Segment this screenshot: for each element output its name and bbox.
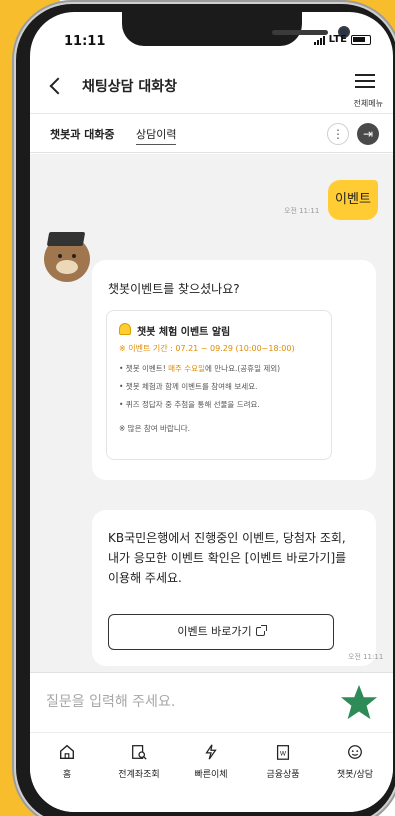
message-composer	[30, 672, 393, 732]
bot-question: 챗봇이벤트를 찾으셨나요?	[108, 282, 240, 296]
notch	[122, 12, 350, 46]
star-send-icon[interactable]	[340, 683, 378, 721]
tab-home[interactable]: 홈	[34, 743, 100, 780]
event-link-label: 이벤트 바로가기	[177, 625, 252, 638]
signal-icon	[313, 35, 325, 45]
question-input[interactable]	[46, 691, 306, 713]
chat-area[interactable]: 이벤트 오전 11:11 챗봇이벤트를 찾으셨나요? 챗봇 체험 이벤트 알림 …	[30, 154, 393, 672]
tab-quick-transfer[interactable]: 빠른이체	[178, 743, 244, 780]
user-message-bubble: 이벤트	[328, 180, 378, 220]
chatbot-icon	[348, 745, 362, 759]
bot-message-card: 챗봇이벤트를 찾으셨나요? 챗봇 체험 이벤트 알림 ※ 이벤트 기간 : 07…	[92, 260, 376, 480]
menu-icon[interactable]	[355, 74, 375, 92]
notice-period: ※ 이벤트 기간 : 07.21 ~ 09.29 (10:00~18:00)	[119, 344, 295, 353]
svg-text:W: W	[280, 751, 287, 758]
exit-chat-button[interactable]: ⇥	[357, 123, 379, 145]
chatbot-avatar	[44, 232, 90, 282]
chat-header: 채팅상담 대화창 전체메뉴	[30, 66, 393, 114]
external-link-icon	[255, 625, 267, 636]
status-bar: 11:11 LTE	[30, 12, 393, 58]
tab-financial-products[interactable]: W 금융상품	[250, 743, 316, 780]
quick-transfer-icon	[205, 744, 217, 760]
event-notice-box: 챗봇 체험 이벤트 알림 ※ 이벤트 기간 : 07.21 ~ 09.29 (1…	[106, 310, 332, 460]
more-options-button[interactable]: ⋮	[327, 123, 349, 145]
notice-line: • 챗봇 체험과 함께 이벤트를 참여해 보세요.	[119, 382, 258, 391]
notice-line: ※ 많은 참여 바랍니다.	[119, 424, 191, 433]
notice-title: 챗봇 체험 이벤트 알림	[137, 327, 231, 338]
status-indicators: LTE	[313, 34, 371, 45]
tab-accounts[interactable]: 전계좌조회	[106, 743, 172, 780]
phone-screen: 11:11 LTE 채팅상담 대화창 전체메뉴 챗봇과 대화중 상담이력 ⋮ ⇥…	[30, 12, 393, 812]
chat-tabs: 챗봇과 대화중 상담이력 ⋮ ⇥	[30, 115, 393, 153]
battery-icon	[351, 34, 371, 45]
bot-message-time: 오전 11:11	[348, 653, 384, 661]
bot-info-text: KB국민은행에서 진행중인 이벤트, 당첨자 조회, 내가 응모한 이벤트 확인…	[108, 531, 347, 585]
tab-history[interactable]: 상담이력	[136, 126, 177, 145]
tab-chatbot-consult[interactable]: 챗봇/상담	[322, 743, 388, 780]
notice-line: • 퀴즈 정답자 중 추첨을 통해 선물을 드려요.	[119, 400, 260, 409]
bot-info-card: KB국민은행에서 진행중인 이벤트, 당첨자 조회, 내가 응모한 이벤트 확인…	[92, 510, 376, 666]
event-link-button[interactable]: 이벤트 바로가기	[108, 614, 334, 650]
page-title: 채팅상담 대화창	[82, 79, 178, 95]
tab-chatbot[interactable]: 챗봇과 대화중	[50, 126, 115, 142]
bottom-tab-bar: 홈 전계좌조회 빠른이체 W 금융상품 챗봇/상담	[30, 732, 393, 812]
back-icon[interactable]	[49, 77, 67, 95]
menu-label[interactable]: 전체메뉴	[354, 98, 383, 109]
notice-line: • 챗봇 이벤트! 매주 수요일에 만나요.(공휴일 제외)	[119, 364, 281, 373]
graduation-cap-icon	[46, 232, 86, 246]
status-time: 11:11	[64, 34, 106, 49]
account-search-icon	[132, 745, 147, 760]
network-label: LTE	[328, 34, 347, 45]
home-icon	[60, 744, 74, 759]
user-message-time: 오전 11:11	[284, 207, 320, 215]
financial-product-icon: W	[276, 745, 290, 760]
bell-icon	[119, 323, 131, 335]
